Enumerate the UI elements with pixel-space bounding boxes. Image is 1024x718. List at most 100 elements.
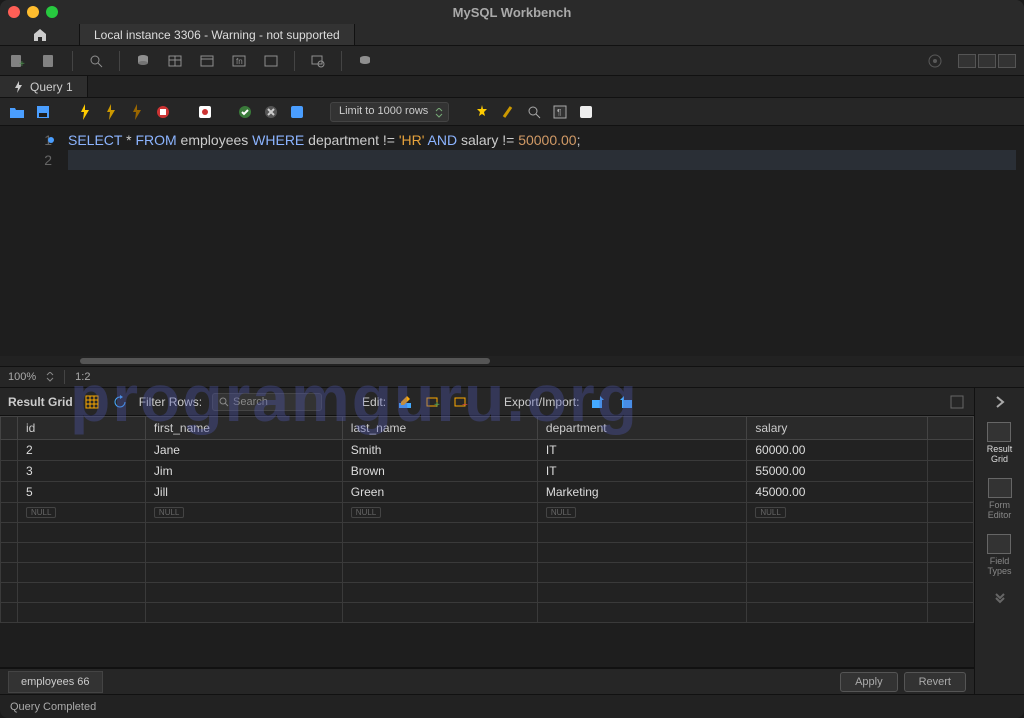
table-row[interactable]: 2JaneSmithIT60000.00 bbox=[1, 440, 974, 461]
toggle-right-panel[interactable] bbox=[998, 54, 1016, 68]
table-row-null[interactable]: NULLNULLNULLNULLNULL bbox=[1, 503, 974, 523]
close-window-button[interactable] bbox=[8, 6, 20, 18]
wrap-cell-icon[interactable] bbox=[948, 393, 966, 411]
zoom-stepper-icon[interactable] bbox=[46, 372, 54, 382]
collapse-arrow-icon[interactable] bbox=[995, 396, 1005, 408]
apply-button[interactable]: Apply bbox=[840, 672, 898, 692]
open-file-icon[interactable] bbox=[8, 103, 26, 121]
reconnect-icon[interactable] bbox=[356, 52, 374, 70]
side-form-editor[interactable]: Form Editor bbox=[988, 478, 1012, 520]
titlebar: MySQL Workbench bbox=[0, 0, 1024, 24]
rollback-icon[interactable] bbox=[262, 103, 280, 121]
svg-text:+: + bbox=[434, 400, 440, 409]
table-row[interactable]: 5JillGreenMarketing45000.00 bbox=[1, 482, 974, 503]
find-icon[interactable] bbox=[499, 103, 517, 121]
minimize-window-button[interactable] bbox=[27, 6, 39, 18]
cell-null[interactable]: NULL bbox=[18, 503, 146, 523]
export-import-label: Export/Import: bbox=[504, 395, 579, 409]
import-icon[interactable] bbox=[617, 393, 635, 411]
export-icon[interactable] bbox=[589, 393, 607, 411]
cell[interactable]: IT bbox=[537, 461, 746, 482]
stop-icon[interactable] bbox=[154, 103, 172, 121]
filter-rows-label: Filter Rows: bbox=[139, 395, 202, 409]
refresh-icon[interactable] bbox=[111, 393, 129, 411]
col-id[interactable]: id bbox=[18, 417, 146, 440]
new-sql-tab-icon[interactable]: + bbox=[8, 52, 26, 70]
beautify-icon[interactable] bbox=[473, 103, 491, 121]
scrollbar-thumb[interactable] bbox=[80, 358, 490, 364]
commit-icon[interactable] bbox=[236, 103, 254, 121]
search-table-data-icon[interactable] bbox=[309, 52, 327, 70]
panel-toggle-group bbox=[958, 54, 1016, 68]
snippet-icon[interactable] bbox=[577, 103, 595, 121]
statusbar: Query Completed bbox=[0, 694, 1024, 718]
inspector-icon[interactable] bbox=[87, 52, 105, 70]
code-area[interactable]: SELECT * FROM employees WHERE department… bbox=[60, 126, 1024, 356]
toggle-bottom-panel[interactable] bbox=[978, 54, 996, 68]
cell-null[interactable]: NULL bbox=[145, 503, 342, 523]
wrap-icon[interactable]: ¶ bbox=[551, 103, 569, 121]
editor-toolbar: Limit to 1000 rows ¶ bbox=[0, 98, 1024, 126]
cell[interactable]: Jim bbox=[145, 461, 342, 482]
cell[interactable]: Marketing bbox=[537, 482, 746, 503]
cell-null[interactable]: NULL bbox=[747, 503, 928, 523]
col-last_name[interactable]: last_name bbox=[342, 417, 537, 440]
scroll-down-icon[interactable] bbox=[993, 590, 1007, 604]
sql-editor[interactable]: 1 2 SELECT * FROM employees WHERE depart… bbox=[0, 126, 1024, 356]
cell[interactable]: 5 bbox=[18, 482, 146, 503]
col-first_name[interactable]: first_name bbox=[145, 417, 342, 440]
create-table-icon[interactable] bbox=[166, 52, 184, 70]
home-tab[interactable] bbox=[0, 24, 80, 45]
grid-view-icon[interactable] bbox=[83, 393, 101, 411]
cell[interactable]: Brown bbox=[342, 461, 537, 482]
revert-button[interactable]: Revert bbox=[904, 672, 966, 692]
cell-null[interactable]: NULL bbox=[342, 503, 537, 523]
execute-current-icon[interactable] bbox=[102, 103, 120, 121]
toggle-invisible-icon[interactable] bbox=[525, 103, 543, 121]
create-function-icon[interactable] bbox=[262, 52, 280, 70]
cell[interactable]: 3 bbox=[18, 461, 146, 482]
zoom-pct: 100% bbox=[8, 371, 36, 383]
row-limit-select[interactable]: Limit to 1000 rows bbox=[330, 102, 449, 122]
edit-label: Edit: bbox=[362, 395, 386, 409]
cell[interactable]: 55000.00 bbox=[747, 461, 928, 482]
cell[interactable]: Green bbox=[342, 482, 537, 503]
table-row[interactable]: 3JimBrownIT55000.00 bbox=[1, 461, 974, 482]
save-file-icon[interactable] bbox=[34, 103, 52, 121]
open-sql-file-icon[interactable] bbox=[40, 52, 58, 70]
cell[interactable]: Smith bbox=[342, 440, 537, 461]
create-schema-icon[interactable] bbox=[134, 52, 152, 70]
cell[interactable]: IT bbox=[537, 440, 746, 461]
side-result-grid[interactable]: Result Grid bbox=[987, 422, 1013, 464]
svg-text:+: + bbox=[19, 59, 25, 69]
result-tab[interactable]: employees 66 bbox=[8, 671, 103, 693]
execute-icon[interactable] bbox=[76, 103, 94, 121]
cell[interactable]: 60000.00 bbox=[747, 440, 928, 461]
connection-tab[interactable]: Local instance 3306 - Warning - not supp… bbox=[80, 24, 355, 45]
editor-hscrollbar[interactable] bbox=[0, 356, 1024, 366]
filter-search-input[interactable]: Search bbox=[212, 393, 322, 411]
col-department[interactable]: department bbox=[537, 417, 746, 440]
create-view-icon[interactable] bbox=[198, 52, 216, 70]
query-tab[interactable]: Query 1 bbox=[0, 76, 88, 97]
search-icon bbox=[219, 397, 229, 407]
toggle-whitespace-icon[interactable] bbox=[288, 103, 306, 121]
cell[interactable]: Jill bbox=[145, 482, 342, 503]
cell[interactable]: 45000.00 bbox=[747, 482, 928, 503]
result-grid-icon bbox=[987, 422, 1011, 442]
settings-icon[interactable] bbox=[926, 52, 944, 70]
explain-icon[interactable] bbox=[128, 103, 146, 121]
cell[interactable]: 2 bbox=[18, 440, 146, 461]
col-salary[interactable]: salary bbox=[747, 417, 928, 440]
edit-row-icon[interactable] bbox=[396, 393, 414, 411]
cell[interactable]: Jane bbox=[145, 440, 342, 461]
side-field-types[interactable]: Field Types bbox=[987, 534, 1011, 576]
toggle-autocommit-icon[interactable] bbox=[196, 103, 214, 121]
add-row-icon[interactable]: + bbox=[424, 393, 442, 411]
cell-null[interactable]: NULL bbox=[537, 503, 746, 523]
delete-row-icon[interactable]: − bbox=[452, 393, 470, 411]
toggle-left-panel[interactable] bbox=[958, 54, 976, 68]
result-grid[interactable]: id first_name last_name department salar… bbox=[0, 416, 974, 668]
maximize-window-button[interactable] bbox=[46, 6, 58, 18]
create-procedure-icon[interactable]: fn bbox=[230, 52, 248, 70]
